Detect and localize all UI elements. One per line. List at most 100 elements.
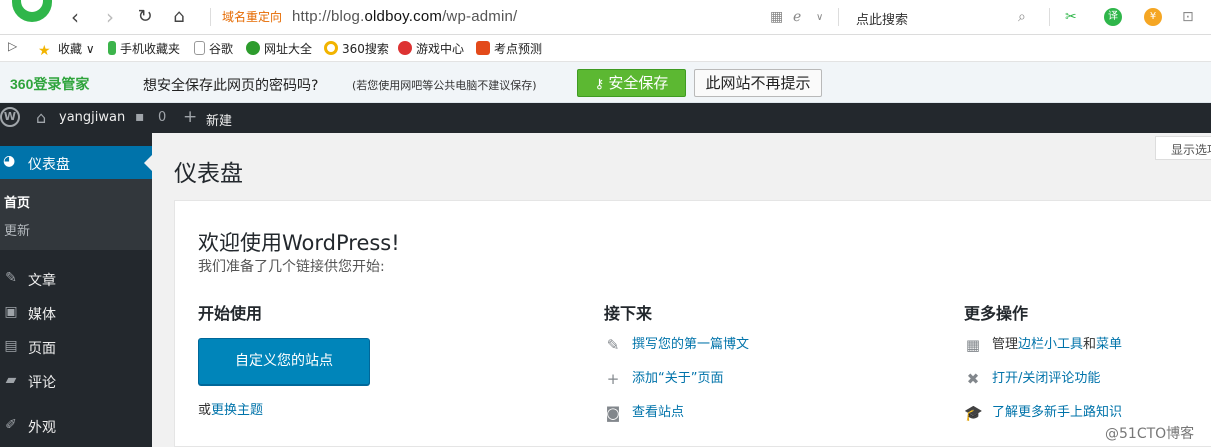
- password-question: 想安全保存此网页的密码吗?: [143, 78, 319, 94]
- next-steps-heading: 接下来: [604, 304, 653, 323]
- edit-icon: ✎: [606, 336, 620, 354]
- screen-options-button[interactable]: 显示选项: [1155, 136, 1211, 160]
- scissors-icon[interactable]: ✂: [1065, 9, 1077, 25]
- plus-icon[interactable]: +: [183, 107, 197, 127]
- write-first-post-link[interactable]: ✎ 撰写您的第一篇博文: [604, 333, 749, 354]
- customize-site-button[interactable]: 自定义您的站点: [198, 338, 370, 385]
- manage-widgets-row: ▦ 管理边栏小工具和菜单: [964, 333, 1122, 354]
- admin-sidebar: ◕ 仪表盘 首页 更新 ✎ 文章 ▣ 媒体 ▤ 页面 ▰ 评论 ✐ 外观: [0, 133, 152, 447]
- change-theme-prefix: 或: [198, 403, 212, 418]
- comment-icon: ▰: [5, 372, 17, 388]
- translate-icon[interactable]: 译: [1104, 8, 1122, 26]
- welcome-title: 欢迎使用WordPress!: [198, 231, 400, 255]
- welcome-subtitle: 我们准备了几个链接供您开始:: [198, 259, 385, 275]
- plus-icon: +: [606, 370, 620, 388]
- submenu-home[interactable]: 首页: [4, 192, 30, 211]
- wordpress-logo-icon[interactable]: W: [0, 107, 20, 127]
- home-icon[interactable]: ⌂: [36, 108, 46, 127]
- new-content-link[interactable]: 新建: [206, 110, 232, 129]
- bookmark-item[interactable]: 谷歌: [194, 40, 233, 57]
- menus-link[interactable]: 菜单: [1096, 337, 1122, 352]
- bookmarks-bar: ▷: [0, 35, 1211, 62]
- media-icon: ▣: [4, 304, 18, 320]
- chevron-down-icon[interactable]: ∨: [816, 12, 823, 23]
- url-path: /wp-admin/: [442, 8, 518, 25]
- toggle-comments-link[interactable]: ✖ 打开/关闭评论功能: [964, 367, 1101, 388]
- 360-search-icon: [324, 41, 338, 55]
- sidebar-item-comments[interactable]: ▰ 评论: [0, 366, 152, 396]
- phone-icon: [108, 41, 116, 55]
- browser-logo-icon[interactable]: [12, 0, 52, 22]
- redirect-tag: 域名重定向: [222, 10, 283, 24]
- star-icon: ★: [38, 43, 51, 59]
- view-icon: ◙: [605, 404, 621, 422]
- manage-and: 和: [1083, 337, 1097, 352]
- change-theme-link[interactable]: 更换主题: [211, 403, 263, 418]
- ie-icon[interactable]: ℯ: [793, 9, 801, 25]
- sidebar-item-label: 外观: [28, 420, 56, 436]
- comments-count[interactable]: 0: [158, 110, 166, 125]
- coin-icon[interactable]: ¥: [1144, 8, 1162, 26]
- widgets-icon: ▦: [965, 336, 981, 354]
- get-started-heading: 开始使用: [198, 304, 263, 323]
- sidebar-item-appearance[interactable]: ✐ 外观: [0, 411, 152, 441]
- url-prefix: http://blog.: [292, 8, 365, 25]
- back-icon[interactable]: ‹: [64, 6, 86, 28]
- dashboard-submenu: 首页 更新: [0, 179, 152, 250]
- refresh-icon[interactable]: ↻: [134, 6, 156, 28]
- forward-icon[interactable]: ›: [99, 6, 121, 28]
- site-name-link[interactable]: yangjiwan: [59, 110, 125, 125]
- add-about-page-link[interactable]: + 添加“关于”页面: [604, 367, 724, 388]
- view-site-link[interactable]: ◙ 查看站点: [604, 401, 684, 422]
- sidebar-toggle-icon[interactable]: ▷: [8, 39, 17, 53]
- bookmark-item[interactable]: 360搜索: [324, 40, 389, 57]
- more-actions-heading: 更多操作: [964, 304, 1029, 323]
- password-note: (若您使用网吧等公共电脑不建议保存): [352, 79, 537, 92]
- learn-more-link[interactable]: 🎓 了解更多新手上路知识: [964, 401, 1122, 422]
- never-remind-button[interactable]: 此网站不再提示: [694, 69, 822, 97]
- bookmark-item[interactable]: 手机收藏夹: [108, 40, 180, 57]
- bookmark-item[interactable]: 网址大全: [246, 40, 312, 57]
- page-icon: [194, 41, 205, 55]
- password-manager-brand: 360登录管家: [10, 76, 90, 92]
- pin-icon: ✎: [5, 270, 17, 286]
- browser-toolbar: ‹ › ↻ ⌂ 域名重定向 http://blog.oldboy.com/wp-a…: [0, 0, 1211, 35]
- address-bar[interactable]: 域名重定向 http://blog.oldboy.com/wp-admin/: [222, 8, 517, 25]
- sidebar-item-label: 页面: [28, 341, 56, 357]
- grid-icon[interactable]: ▦: [770, 9, 783, 25]
- page-icon: ▤: [4, 338, 18, 354]
- globe-icon: [246, 41, 260, 55]
- game-icon: [398, 41, 412, 55]
- graduation-cap-icon: 🎓: [964, 404, 983, 422]
- exam-icon: [476, 41, 490, 55]
- submenu-update[interactable]: 更新: [4, 220, 30, 239]
- sidebar-item-pages[interactable]: ▤ 页面: [0, 332, 152, 362]
- search-input[interactable]: 点此搜索: [856, 9, 908, 28]
- key-icon: ⚷: [594, 77, 609, 92]
- url-domain: oldboy.com: [364, 8, 443, 25]
- home-icon[interactable]: ⌂: [168, 6, 190, 28]
- comments-off-icon: ✖: [966, 370, 980, 388]
- save-password-button[interactable]: ⚷ 安全保存: [577, 69, 686, 97]
- comment-icon[interactable]: ▪: [135, 109, 145, 125]
- sidebar-item-posts[interactable]: ✎ 文章: [0, 264, 152, 294]
- manage-prefix: 管理: [992, 337, 1019, 352]
- sidebar-item-dashboard[interactable]: ◕ 仪表盘: [0, 146, 152, 179]
- wp-admin-bar: W ⌂ yangjiwan ▪ 0 + 新建: [0, 103, 1211, 133]
- bookmark-item[interactable]: ★ 收藏 ∨: [38, 40, 95, 59]
- change-theme-line: 或更换主题: [198, 399, 263, 418]
- bookmark-item[interactable]: 考点预测: [476, 40, 542, 57]
- watermark: @51CTO博客: [1105, 423, 1195, 443]
- bookmark-item[interactable]: 游戏中心: [398, 40, 464, 57]
- screenshot-icon[interactable]: ⊡: [1182, 9, 1194, 25]
- sidebar-item-label: 文章: [28, 273, 56, 289]
- sidebar-item-label: 评论: [28, 375, 56, 391]
- sidebar-item-label: 媒体: [28, 307, 56, 323]
- sidebar-item-media[interactable]: ▣ 媒体: [0, 298, 152, 328]
- page-title: 仪表盘: [174, 161, 243, 187]
- sidebar-item-label: 仪表盘: [28, 157, 70, 173]
- search-icon[interactable]: ⌕: [1018, 9, 1026, 25]
- brush-icon: ✐: [5, 417, 17, 433]
- widgets-link[interactable]: 边栏小工具: [1018, 337, 1083, 352]
- dashboard-icon: ◕: [3, 153, 16, 169]
